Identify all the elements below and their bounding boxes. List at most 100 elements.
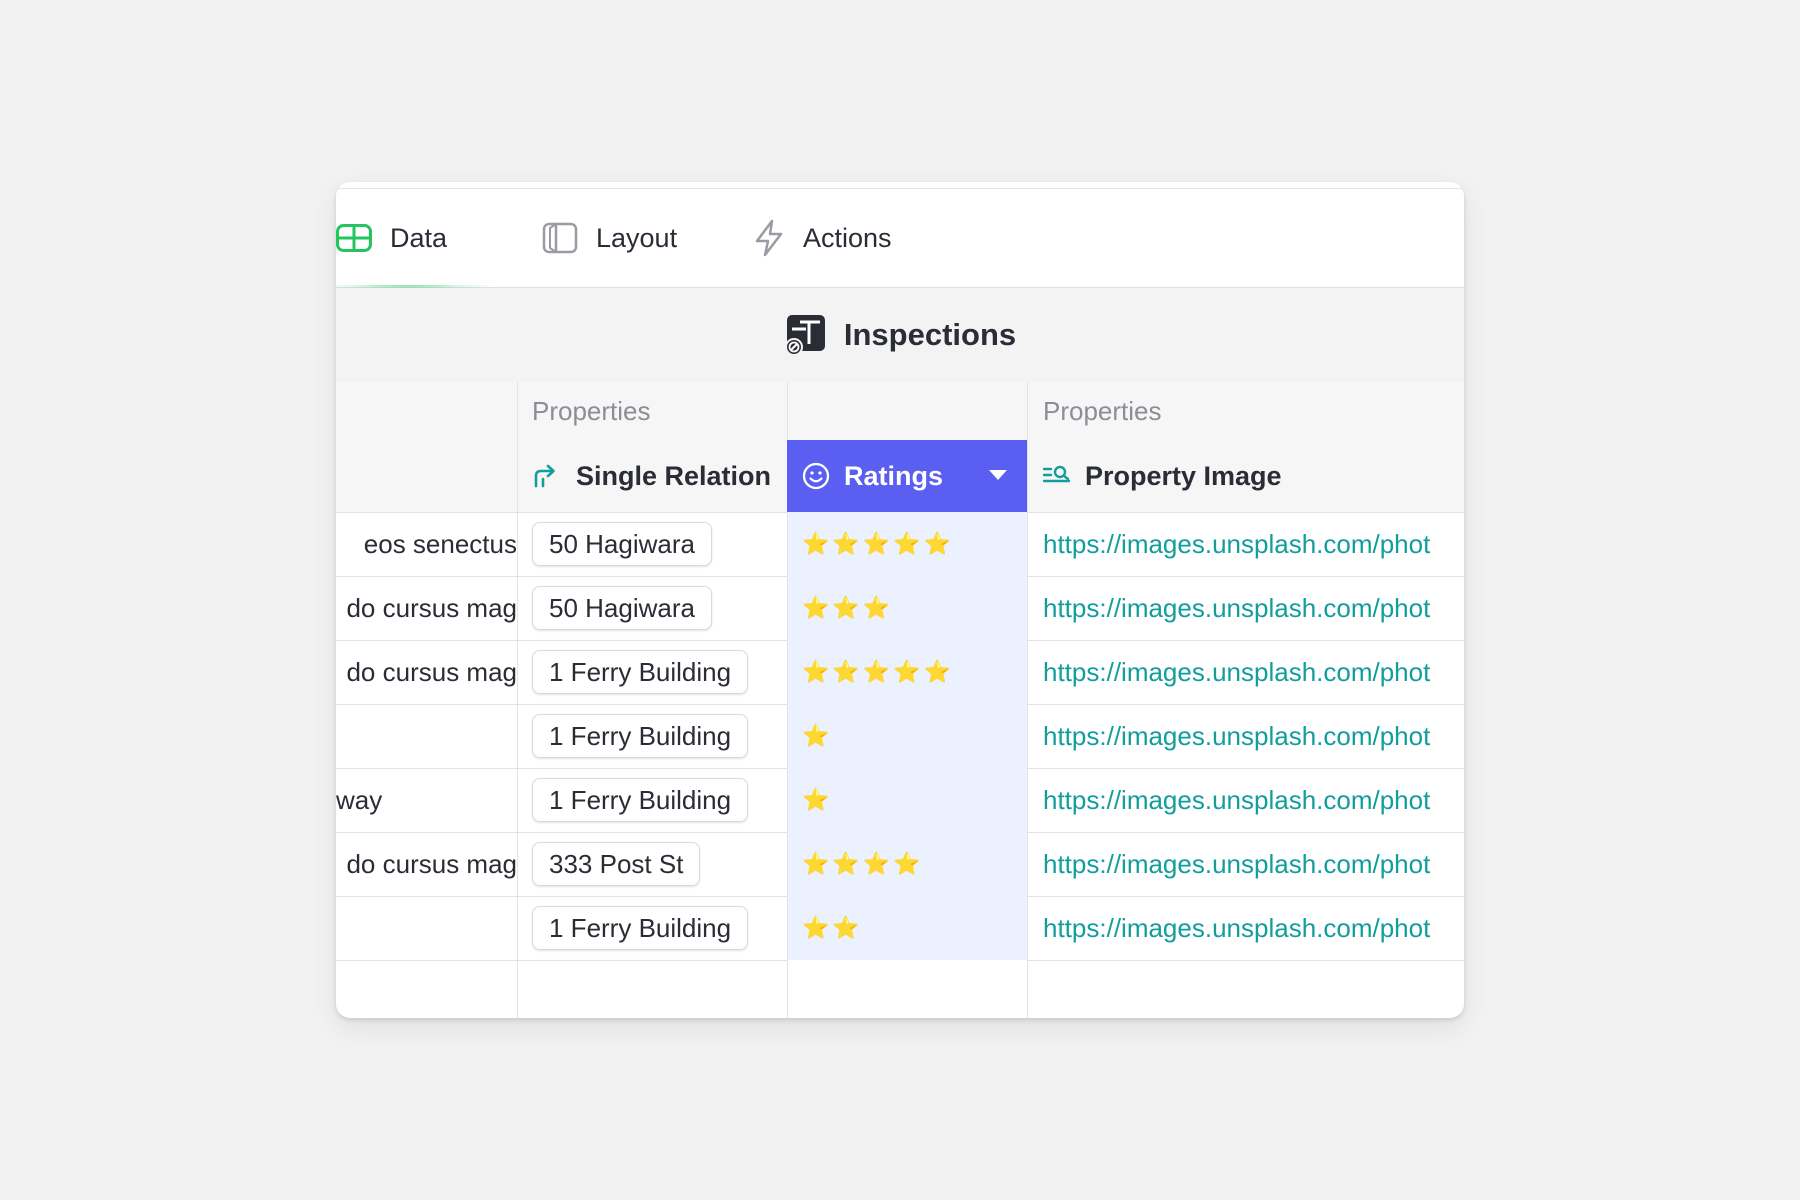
group-cell xyxy=(787,382,1027,440)
empty-cell[interactable] xyxy=(787,960,1027,1018)
chevron-down-icon[interactable] xyxy=(989,470,1007,480)
group-cell: Properties xyxy=(517,382,787,440)
group-label: Properties xyxy=(532,395,651,426)
column-header-label: Property Image xyxy=(1085,460,1282,491)
tab-layout[interactable]: Layout xyxy=(542,189,677,287)
column-header-ratings[interactable]: Ratings xyxy=(787,440,1027,512)
star-rating: ⭐⭐⭐⭐ xyxy=(802,851,924,877)
star-rating: ⭐⭐⭐ xyxy=(802,595,894,621)
group-cell: Properties xyxy=(1027,382,1464,440)
cell-text: eos senectus xyxy=(363,528,517,559)
column-header-label: Ratings xyxy=(844,460,944,491)
image-url-link[interactable]: https://images.unsplash.com/phot xyxy=(1043,721,1430,752)
star-rating: ⭐⭐⭐⭐⭐ xyxy=(802,531,954,557)
relation-chip[interactable]: 50 Hagiwara xyxy=(532,586,712,630)
text-cell[interactable]: do cursus mag xyxy=(336,832,517,896)
relation-chip[interactable]: 333 Post St xyxy=(532,842,701,886)
relation-cell[interactable]: 50 Hagiwara xyxy=(517,576,787,640)
empty-cell[interactable] xyxy=(1027,960,1464,1018)
table-row[interactable]: do cursus mag 333 Post St ⭐⭐⭐⭐ https://i… xyxy=(336,832,1464,897)
table-source-icon xyxy=(784,315,825,356)
image-url-link[interactable]: https://images.unsplash.com/phot xyxy=(1043,657,1430,688)
cell-text: do cursus mag xyxy=(346,592,517,623)
image-url-link[interactable]: https://images.unsplash.com/phot xyxy=(1043,593,1430,624)
column-header[interactable] xyxy=(336,440,517,512)
cell-text: way xyxy=(336,784,383,815)
rating-cell[interactable]: ⭐⭐⭐⭐ xyxy=(787,832,1027,896)
relation-cell[interactable]: 50 Hagiwara xyxy=(517,512,787,576)
relation-cell[interactable]: 1 Ferry Building xyxy=(517,896,787,960)
star-rating: ⭐⭐ xyxy=(802,915,863,941)
star-rating: ⭐ xyxy=(802,787,833,813)
image-url-cell[interactable]: https://images.unsplash.com/phot xyxy=(1027,512,1464,576)
data-grid: Properties Properties Single Relation Ra… xyxy=(336,382,1464,1018)
smiley-icon xyxy=(802,462,830,490)
text-cell[interactable]: do cursus mag xyxy=(336,640,517,704)
column-header-row: Single Relation Ratings Property Image xyxy=(336,440,1464,513)
table-row[interactable]: 1 Ferry Building ⭐⭐ https://images.unspl… xyxy=(336,896,1464,961)
group-cell xyxy=(336,382,517,440)
layout-icon xyxy=(542,222,578,254)
table-row[interactable]: way 1 Ferry Building ⭐ https://images.un… xyxy=(336,768,1464,833)
text-cell[interactable] xyxy=(336,896,517,960)
star-rating: ⭐ xyxy=(802,723,833,749)
image-url-cell[interactable]: https://images.unsplash.com/phot xyxy=(1027,768,1464,832)
text-cell[interactable]: eos senectus xyxy=(336,512,517,576)
table-icon xyxy=(336,224,372,252)
rating-cell[interactable]: ⭐⭐⭐⭐⭐ xyxy=(787,512,1027,576)
text-cell[interactable]: do cursus mag xyxy=(336,576,517,640)
relation-chip[interactable]: 1 Ferry Building xyxy=(532,906,749,950)
image-url-cell[interactable]: https://images.unsplash.com/phot xyxy=(1027,576,1464,640)
image-search-icon xyxy=(1043,465,1071,483)
relation-cell[interactable]: 1 Ferry Building xyxy=(517,704,787,768)
empty-cell[interactable] xyxy=(336,960,517,1018)
column-header-single-relation[interactable]: Single Relation xyxy=(517,440,787,512)
relation-chip[interactable]: 1 Ferry Building xyxy=(532,778,749,822)
column-header-label: Single Relation xyxy=(576,460,772,491)
table-row[interactable]: do cursus mag 50 Hagiwara ⭐⭐⭐ https://im… xyxy=(336,576,1464,641)
relation-arrow-icon xyxy=(534,464,555,488)
empty-cell[interactable] xyxy=(517,960,787,1018)
relation-chip[interactable]: 1 Ferry Building xyxy=(532,650,749,694)
table-row[interactable]: do cursus mag 1 Ferry Building ⭐⭐⭐⭐⭐ htt… xyxy=(336,640,1464,705)
relation-cell[interactable]: 1 Ferry Building xyxy=(517,768,787,832)
tab-data[interactable]: Data xyxy=(336,189,447,287)
relation-chip[interactable]: 50 Hagiwara xyxy=(532,522,712,566)
tab-actions-label: Actions xyxy=(803,222,892,253)
cell-text: do cursus mag xyxy=(346,656,517,687)
relation-chip[interactable]: 1 Ferry Building xyxy=(532,714,749,758)
rating-cell[interactable]: ⭐⭐ xyxy=(787,896,1027,960)
rating-cell[interactable]: ⭐⭐⭐⭐⭐ xyxy=(787,640,1027,704)
group-label: Properties xyxy=(1043,395,1162,426)
image-url-link[interactable]: https://images.unsplash.com/phot xyxy=(1043,785,1430,816)
tab-bar: Data Layout Actions xyxy=(336,189,1464,291)
table-title-bar: Inspections xyxy=(336,288,1464,382)
relation-cell[interactable]: 333 Post St xyxy=(517,832,787,896)
tab-data-label: Data xyxy=(390,222,448,253)
relation-cell[interactable]: 1 Ferry Building xyxy=(517,640,787,704)
image-url-cell[interactable]: https://images.unsplash.com/phot xyxy=(1027,832,1464,896)
image-url-link[interactable]: https://images.unsplash.com/phot xyxy=(1043,913,1430,944)
empty-row[interactable] xyxy=(336,960,1464,1018)
image-url-link[interactable]: https://images.unsplash.com/phot xyxy=(1043,849,1430,880)
rating-cell[interactable]: ⭐ xyxy=(787,768,1027,832)
text-cell[interactable] xyxy=(336,704,517,768)
column-header-property-image[interactable]: Property Image xyxy=(1027,440,1464,512)
tab-actions[interactable]: Actions xyxy=(753,189,892,287)
cell-text: do cursus mag xyxy=(346,848,517,879)
image-url-cell[interactable]: https://images.unsplash.com/phot xyxy=(1027,640,1464,704)
lightning-icon xyxy=(755,219,783,257)
editor-panel: Data Layout Actions Inspections Properti… xyxy=(336,182,1464,1018)
table-row[interactable]: 1 Ferry Building ⭐ https://images.unspla… xyxy=(336,704,1464,769)
rating-cell[interactable]: ⭐⭐⭐ xyxy=(787,576,1027,640)
tab-layout-label: Layout xyxy=(596,222,678,253)
image-url-cell[interactable]: https://images.unsplash.com/phot xyxy=(1027,896,1464,960)
group-header-row: Properties Properties xyxy=(336,382,1464,441)
table-title: Inspections xyxy=(843,317,1017,352)
image-url-link[interactable]: https://images.unsplash.com/phot xyxy=(1043,529,1430,560)
table-row[interactable]: eos senectus 50 Hagiwara ⭐⭐⭐⭐⭐ https://i… xyxy=(336,512,1464,577)
rating-cell[interactable]: ⭐ xyxy=(787,704,1027,768)
star-rating: ⭐⭐⭐⭐⭐ xyxy=(802,659,954,685)
image-url-cell[interactable]: https://images.unsplash.com/phot xyxy=(1027,704,1464,768)
text-cell[interactable]: way xyxy=(336,768,517,832)
